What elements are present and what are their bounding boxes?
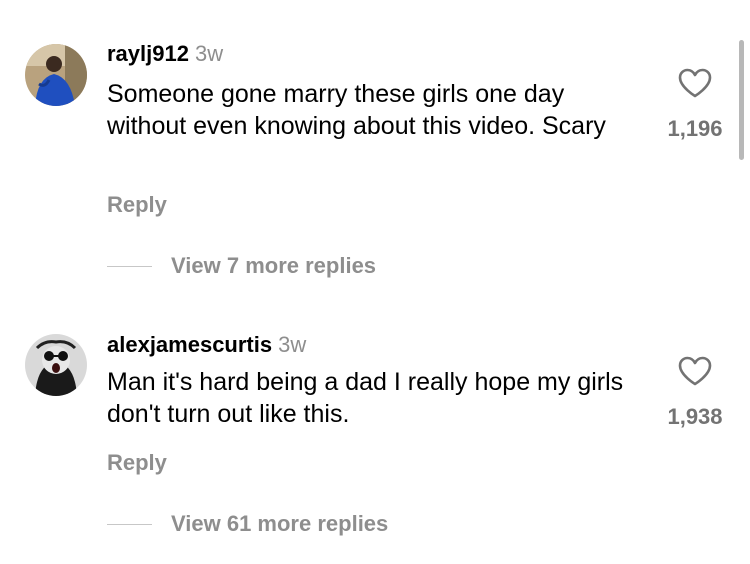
avatar[interactable]: [25, 44, 87, 106]
timestamp: 3w: [194, 41, 224, 66]
like-control: 1,196: [650, 68, 740, 142]
avatar[interactable]: [25, 334, 87, 396]
reply-button[interactable]: Reply: [107, 450, 167, 476]
username[interactable]: alexjamescurtis: [107, 332, 272, 357]
view-replies-button[interactable]: View 61 more replies: [107, 511, 388, 537]
view-replies-label: View 61 more replies: [171, 511, 389, 536]
view-replies-button[interactable]: View 7 more replies: [107, 253, 376, 279]
like-control: 1,938: [650, 356, 740, 430]
comment-header: raylj912 3w: [107, 41, 223, 67]
view-replies-label: View 7 more replies: [171, 253, 377, 278]
comment-header: alexjamescurtis 3w: [107, 332, 306, 358]
like-count: 1,938: [667, 404, 723, 429]
divider-line: [107, 265, 152, 267]
timestamp: 3w: [278, 332, 307, 357]
comment-text: Man it's hard being a dad I really hope …: [107, 368, 624, 428]
heart-outline-icon[interactable]: [678, 68, 712, 98]
username[interactable]: raylj912: [107, 41, 189, 66]
reply-button[interactable]: Reply: [107, 192, 167, 218]
divider-line: [107, 523, 152, 525]
like-count: 1,196: [667, 116, 723, 141]
avatar-photo: [25, 334, 87, 396]
avatar-photo: [25, 44, 87, 106]
comment-text: Someone gone marry these girls one day w…: [107, 80, 606, 140]
heart-outline-icon[interactable]: [678, 356, 712, 386]
